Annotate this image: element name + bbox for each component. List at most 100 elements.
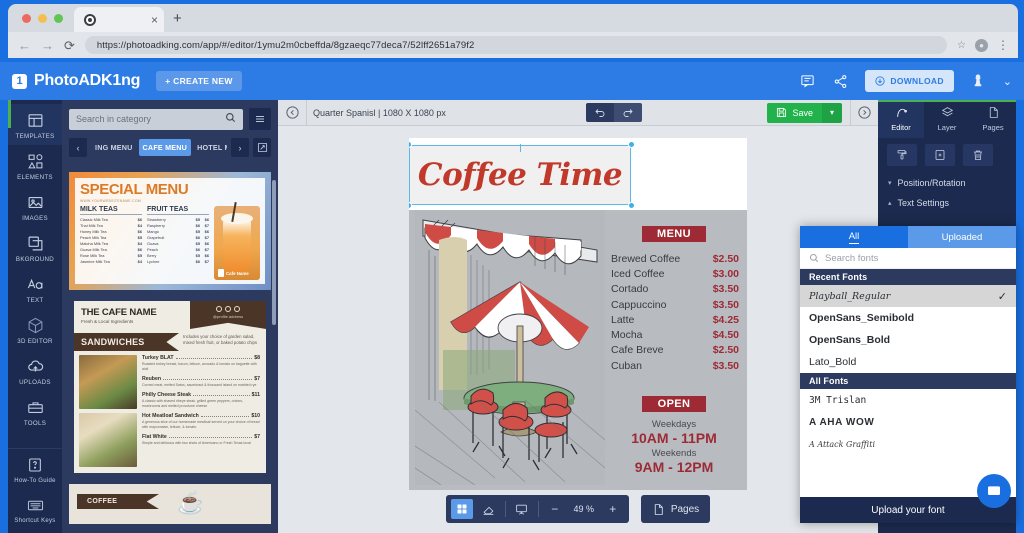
chevron-right-circle-icon[interactable] xyxy=(850,100,878,125)
save-button[interactable]: Save xyxy=(767,102,822,123)
forward-arrow-icon[interactable]: → xyxy=(41,39,54,52)
paint-roller-icon[interactable] xyxy=(887,144,917,166)
background-icon xyxy=(25,233,45,253)
sidebar-item-tools[interactable]: TOOLS xyxy=(8,391,62,432)
selected-text-object[interactable]: Coffee Time xyxy=(409,141,635,209)
premium-icon[interactable] xyxy=(970,73,987,90)
menu-row: Latte $4.25 xyxy=(611,313,739,326)
category-tab-cafe-menu[interactable]: CAFE MENU xyxy=(138,139,192,156)
reload-icon[interactable]: ⟳ xyxy=(64,39,75,52)
toolbar-divider xyxy=(504,501,506,517)
cafe-terrace-illustration[interactable] xyxy=(414,210,606,486)
sidebar-item-background[interactable]: BKGROUND xyxy=(8,227,62,268)
browser-menu-icon[interactable]: ⋮ xyxy=(997,38,1009,52)
section-text-settings[interactable]: ▴ Text Settings xyxy=(878,193,1016,213)
layers-icon xyxy=(941,106,954,121)
rail-bottom-group: How-To Guide Shortcut Keys xyxy=(8,448,62,533)
create-new-button[interactable]: + CREATE NEW xyxy=(156,71,242,91)
zoom-in-button[interactable]: + xyxy=(602,499,624,519)
url-input[interactable]: https://photoadking.com/app/#/editor/1ym… xyxy=(84,36,948,54)
canvas-toolbar: Quarter Spanisl | 1080 X 1080 px Save ▾ xyxy=(278,100,878,126)
font-item-lato-bold[interactable]: Lato_Bold xyxy=(800,351,1016,373)
tab-uploaded-fonts[interactable]: Uploaded xyxy=(908,226,1016,248)
tab-all-fonts[interactable]: All xyxy=(800,226,908,248)
brand-mark-icon: 1 xyxy=(12,73,27,89)
maximize-window-button[interactable] xyxy=(54,14,63,23)
tab-label: Editor xyxy=(891,123,911,132)
resize-handle-top-right[interactable] xyxy=(628,141,635,148)
download-button[interactable]: DOWNLOAD xyxy=(865,70,954,92)
menu-list: Brewed Coffee $2.50 Iced Coffee $3.00 Cort… xyxy=(605,252,743,374)
font-item-handwrite[interactable]: A Attack Graffiti xyxy=(800,433,1016,455)
sidebar-item-elements[interactable]: ELEMENTS xyxy=(8,145,62,186)
sidebar-item-images[interactable]: IMAGES xyxy=(8,186,62,227)
minimize-window-button[interactable] xyxy=(38,14,47,23)
cafe-cup-icon xyxy=(218,269,224,277)
sidebar-item-shortcut-keys[interactable]: Shortcut Keys xyxy=(8,489,62,529)
font-search-input[interactable]: Search fonts xyxy=(800,248,1016,269)
category-prev-arrow[interactable]: ‹ xyxy=(69,138,87,157)
font-item-a-aha-wow[interactable]: A AHA WOW xyxy=(800,411,1016,433)
zoom-out-button[interactable]: − xyxy=(544,499,566,519)
sidebar-item-how-to-guide[interactable]: How-To Guide xyxy=(8,449,62,489)
eraser-icon[interactable] xyxy=(478,499,500,519)
tab-layer[interactable]: Layer xyxy=(924,100,970,138)
chevron-left-circle-icon[interactable] xyxy=(278,105,306,120)
sidebar-item-3d-editor[interactable]: 3D EDITOR xyxy=(8,309,62,350)
search-icon[interactable] xyxy=(225,112,236,126)
template-card-cafe-name[interactable]: THE CAFE NAME Fresh & Local Ingredients … xyxy=(69,296,271,478)
resize-handle-bottom-right[interactable] xyxy=(628,202,635,209)
bookmark-star-icon[interactable]: ☆ xyxy=(957,40,966,51)
font-item-playball[interactable]: Playball_Regular ✓ xyxy=(800,285,1016,307)
browser-tab[interactable]: × xyxy=(74,7,164,32)
template-card-special-menu[interactable]: SPECIAL MENU WWW.YOURWEBSITENAME.COM MIL… xyxy=(69,172,271,290)
browser-urlbar-row: ← → ⟳ https://photoadking.com/app/#/edit… xyxy=(8,32,1018,58)
tab-editor[interactable]: Editor xyxy=(878,100,924,138)
font-name: A Attack Graffiti xyxy=(809,439,876,449)
trash-icon[interactable] xyxy=(963,144,993,166)
template-list[interactable]: SPECIAL MENU WWW.YOURWEBSITENAME.COM MIL… xyxy=(69,172,271,527)
font-item-3m-trislan[interactable]: 3M Trislan xyxy=(800,389,1016,411)
templates-scrollbar[interactable] xyxy=(272,180,276,325)
artboard[interactable]: MENU Brewed Coffee $2.50 Iced Coffee $3.00… xyxy=(409,138,747,490)
share-icon[interactable] xyxy=(832,73,849,90)
comment-icon[interactable] xyxy=(799,73,816,90)
grid-view-icon[interactable] xyxy=(450,499,473,519)
document-title[interactable]: Quarter Spanisl | 1080 X 1080 px xyxy=(306,100,456,125)
section-position-rotation[interactable]: ▾ Position/Rotation xyxy=(878,173,1016,193)
brand-logo[interactable]: 1 PhotoADK1ng xyxy=(12,72,140,90)
save-dropdown-caret[interactable]: ▾ xyxy=(822,102,842,123)
tab-pages[interactable]: Pages xyxy=(970,100,1016,138)
pages-button[interactable]: Pages xyxy=(640,495,711,523)
back-arrow-icon[interactable]: ← xyxy=(18,39,31,52)
close-window-button[interactable] xyxy=(22,14,31,23)
search-input-text: Search in category xyxy=(76,114,152,124)
list-view-icon[interactable] xyxy=(249,108,271,130)
font-name: Lato_Bold xyxy=(809,356,857,368)
duplicate-icon[interactable] xyxy=(925,144,955,166)
search-input[interactable]: Search in category xyxy=(69,108,243,130)
chat-bubble-icon[interactable] xyxy=(977,474,1011,508)
category-next-arrow[interactable]: › xyxy=(231,138,249,157)
sidebar-item-text[interactable]: TEXT xyxy=(8,268,62,309)
chevron-down-icon[interactable]: ⌄ xyxy=(1003,75,1012,88)
category-tab-hotel-menu[interactable]: HOTEL ME xyxy=(193,139,227,156)
presentation-icon[interactable] xyxy=(511,499,533,519)
right-panel-tabs: Editor Layer Pages xyxy=(878,100,1016,138)
undo-icon[interactable] xyxy=(585,103,614,122)
category-tab-ing-menu[interactable]: ING MENU xyxy=(91,139,137,156)
font-item-opensans-semibold[interactable]: OpenSans_Semibold xyxy=(800,307,1016,329)
headline-text[interactable]: Coffee Time xyxy=(409,145,631,205)
sidebar-item-templates[interactable]: TEMPLATES xyxy=(8,104,62,145)
sidebar-item-uploads[interactable]: UPLOADS xyxy=(8,350,62,391)
redo-icon[interactable] xyxy=(613,103,642,122)
template-cafe-section-row: SANDWICHES Includes your choice of garde… xyxy=(74,333,266,351)
profile-avatar[interactable]: ● xyxy=(975,38,988,52)
close-tab-icon[interactable]: × xyxy=(151,14,158,26)
template-card-coffee[interactable]: COFFEE ☕ xyxy=(69,484,271,524)
window-controls[interactable] xyxy=(22,14,63,23)
facebook-icon xyxy=(216,306,222,312)
new-tab-icon[interactable]: + xyxy=(173,11,182,26)
font-item-opensans-bold[interactable]: OpenSans_Bold xyxy=(800,329,1016,351)
expand-icon[interactable] xyxy=(253,138,271,157)
